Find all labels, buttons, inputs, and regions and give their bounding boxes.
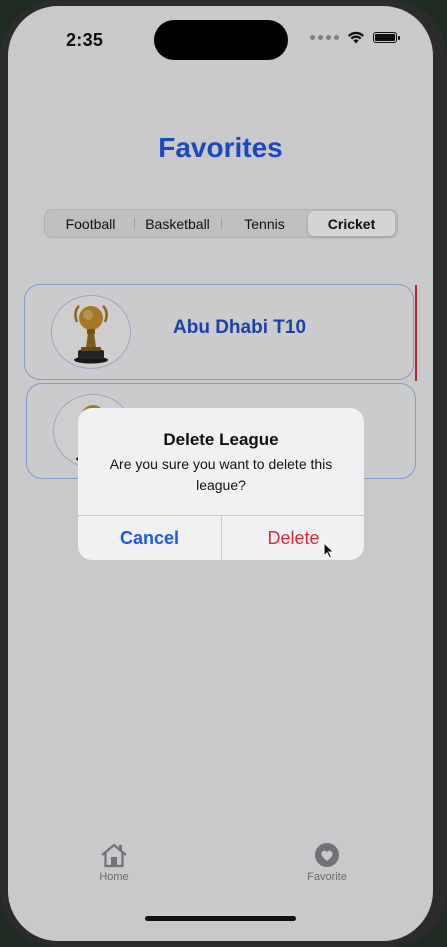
alert-message: Are you sure you want to delete this lea… (109, 456, 333, 493)
phone-frame: 2:35 Favorites Football Basketball Tenni… (0, 0, 447, 947)
delete-league-alert: Delete League Are you sure you want to d… (78, 408, 364, 560)
delete-button[interactable]: Delete (222, 516, 364, 560)
alert-title: Delete League (163, 430, 279, 449)
cancel-button[interactable]: Cancel (78, 516, 221, 560)
screen: 2:35 Favorites Football Basketball Tenni… (8, 6, 433, 941)
home-indicator (145, 916, 296, 921)
mouse-pointer-icon (323, 542, 335, 559)
